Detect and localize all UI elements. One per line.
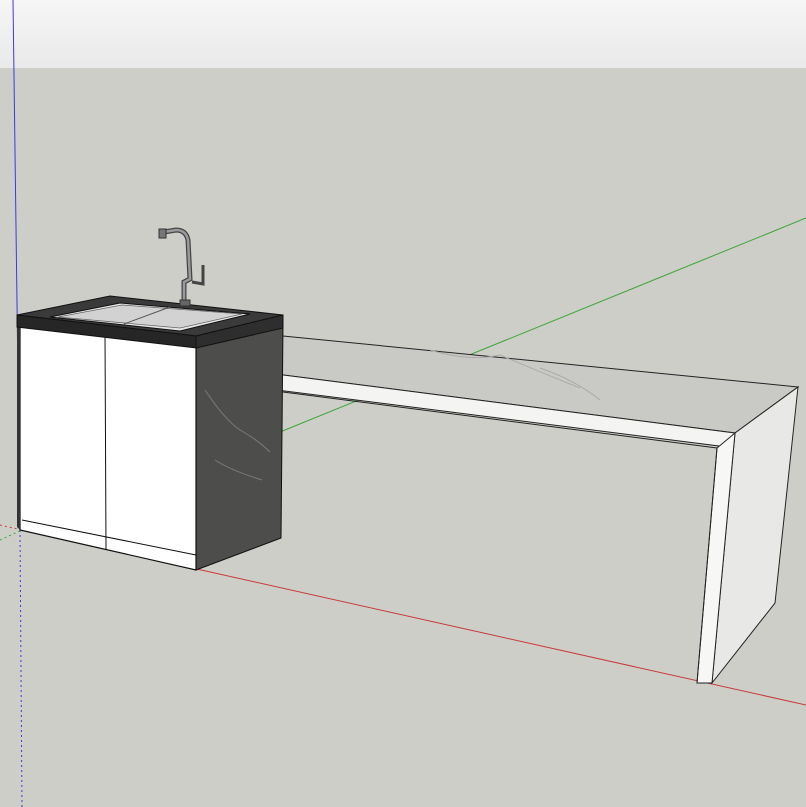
faucet[interactable] <box>158 227 205 307</box>
sketchup-viewport[interactable] <box>0 0 806 807</box>
faucet-base <box>179 299 191 307</box>
sink-cabinet[interactable] <box>17 318 197 571</box>
faucet-spout-tip <box>158 228 167 239</box>
faucet-lever <box>191 265 205 286</box>
faucet-body <box>163 227 193 305</box>
cabinet-stone-side <box>195 321 284 571</box>
waterfall-table[interactable] <box>197 335 800 685</box>
model-canvas[interactable] <box>0 0 806 807</box>
cabinet-front <box>19 321 197 571</box>
cabinet-left-edge <box>17 318 20 530</box>
blue-axis-dotted <box>19 529 23 807</box>
green-axis-dotted <box>0 529 23 541</box>
